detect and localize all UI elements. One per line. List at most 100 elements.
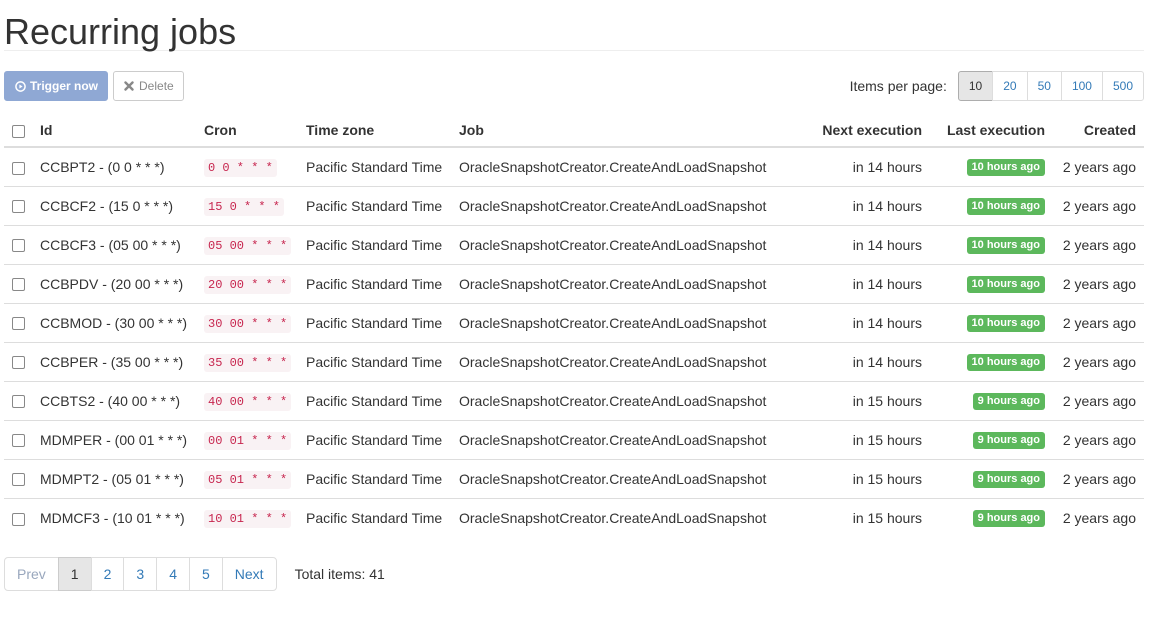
last-execution-badge[interactable]: 10 hours ago [966,159,1045,177]
time-zone: Pacific Standard Time [298,458,451,498]
time-zone: Pacific Standard Time [298,185,451,225]
job-id[interactable]: CCBTS2 - (40 00 * * *) [32,380,196,420]
job-id[interactable]: MDMPT2 - (05 01 * * *) [32,458,196,498]
row-checkbox[interactable] [12,473,25,487]
job-id[interactable]: CCBCF2 - (15 0 * * *) [32,185,196,225]
job-id[interactable]: CCBPDV - (20 00 * * *) [32,263,196,303]
created-time: 2 years ago [1053,458,1144,498]
cron-expression: 40 00 * * * [204,393,292,411]
delete-label: Delete [139,79,174,93]
column-header-last-execution[interactable]: Last execution [930,114,1053,148]
table-row: CCBPER - (35 00 * * *) 35 00 * * * Pacific… [4,341,1144,381]
table-row: MDMPT2 - (05 01 * * *) 05 01 * * * Pacific… [4,458,1144,498]
pagination: Prev 1 2 3 4 5 Next [4,557,277,591]
jobs-table-body: CCBPT2 - (0 0 * * *) 0 0 * * * Pacific Sta… [4,146,1144,537]
table-row: CCBMOD - (30 00 * * *) 30 00 * * * Pacific… [4,302,1144,342]
time-zone: Pacific Standard Time [298,341,451,381]
items-per-page-selector: 10 20 50 100 500 [957,71,1144,101]
last-execution-badge[interactable]: 10 hours ago [966,237,1045,254]
row-checkbox[interactable] [12,161,25,175]
created-time: 2 years ago [1053,146,1144,186]
time-zone: Pacific Standard Time [298,419,451,459]
play-circle-icon [14,80,26,92]
job-id[interactable]: CCBMOD - (30 00 * * *) [32,302,196,342]
created-time: 2 years ago [1053,380,1144,420]
table-header-row: Id Cron Time zone Job Next execution Las… [4,114,1144,148]
column-header-created[interactable]: Created [1053,114,1144,148]
job-id[interactable]: CCBPT2 - (0 0 * * *) [32,146,196,186]
page-button-3[interactable]: 3 [123,557,158,591]
prev-page-button[interactable]: Prev [4,557,59,591]
job-name: OracleSnapshotCreator.CreateAndLoadSnaps… [451,341,801,381]
cron-expression: 00 01 * * * [204,432,292,450]
column-header-timezone[interactable]: Time zone [298,114,451,148]
cron-expression: 0 0 * * * [204,159,277,178]
page-size-option[interactable]: 50 [1026,71,1062,101]
cron-expression: 05 01 * * * [204,471,292,489]
last-execution-badge[interactable]: 9 hours ago [972,510,1045,528]
time-zone: Pacific Standard Time [298,263,451,303]
time-zone: Pacific Standard Time [298,224,451,264]
time-zone: Pacific Standard Time [298,302,451,342]
delete-button[interactable]: Delete [113,71,184,101]
last-execution-badge[interactable]: 9 hours ago [972,393,1045,410]
page-button-4[interactable]: 4 [156,557,190,591]
last-execution-badge[interactable]: 9 hours ago [972,432,1045,449]
job-name: OracleSnapshotCreator.CreateAndLoadSnaps… [451,380,801,420]
page-button-1[interactable]: 1 [57,557,92,591]
created-time: 2 years ago [1053,497,1144,537]
table-row: CCBTS2 - (40 00 * * *) 40 00 * * * Pacific… [4,380,1144,420]
created-time: 2 years ago [1053,185,1144,225]
table-row: CCBCF2 - (15 0 * * *) 15 0 * * * Pacific S… [4,185,1144,225]
trigger-now-button[interactable]: Trigger now [4,71,109,101]
row-checkbox[interactable] [12,356,25,370]
row-checkbox[interactable] [12,200,25,214]
page-size-option[interactable]: 100 [1060,71,1103,101]
cron-expression: 05 00 * * * [204,237,292,255]
table-row: CCBCF3 - (05 00 * * *) 05 00 * * * Pacific… [4,224,1144,264]
row-checkbox[interactable] [12,512,25,526]
table-row: MDMCF3 - (10 01 * * *) 10 01 * * * Pacific… [4,497,1144,537]
trigger-now-label: Trigger now [30,79,99,93]
column-header-next-execution[interactable]: Next execution [801,114,930,148]
next-execution: in 15 hours [801,458,930,498]
next-execution: in 14 hours [801,224,930,264]
select-all-checkbox[interactable] [12,124,25,138]
table-row: MDMPER - (00 01 * * *) 00 01 * * * Pacific… [4,419,1144,459]
row-checkbox[interactable] [12,239,25,253]
total-items: Total items: 41 [294,566,385,582]
page-size-option[interactable]: 20 [992,71,1028,101]
job-id[interactable]: MDMPER - (00 01 * * *) [32,419,196,459]
next-execution: in 14 hours [801,263,930,303]
column-header-id[interactable]: Id [32,114,196,148]
page-size-option[interactable]: 500 [1101,71,1144,101]
last-execution-badge[interactable]: 10 hours ago [966,198,1045,215]
page-size-option[interactable]: 10 [957,71,994,101]
column-header-job[interactable]: Job [451,114,801,148]
table-footer: Prev 1 2 3 4 5 Next Total items: 41 [4,557,1144,591]
last-execution-badge[interactable]: 10 hours ago [966,315,1045,332]
cron-expression: 10 01 * * * [204,510,292,529]
row-checkbox[interactable] [12,278,25,292]
time-zone: Pacific Standard Time [298,380,451,420]
next-execution: in 14 hours [801,302,930,342]
last-execution-badge[interactable]: 10 hours ago [966,354,1045,371]
row-checkbox[interactable] [12,317,25,331]
row-checkbox[interactable] [12,434,25,448]
page-button-2[interactable]: 2 [90,557,125,591]
next-page-button[interactable]: Next [221,557,277,591]
time-zone: Pacific Standard Time [298,146,451,186]
job-id[interactable]: CCBCF3 - (05 00 * * *) [32,224,196,264]
job-id[interactable]: CCBPER - (35 00 * * *) [32,341,196,381]
page-button-5[interactable]: 5 [188,557,223,591]
table-row: CCBPDV - (20 00 * * *) 20 00 * * * Pacific… [4,263,1144,303]
last-execution-badge[interactable]: 10 hours ago [966,276,1045,293]
last-execution-badge[interactable]: 9 hours ago [972,471,1045,488]
created-time: 2 years ago [1053,419,1144,459]
next-execution: in 14 hours [801,341,930,381]
cron-expression: 15 0 * * * [204,198,285,216]
items-per-page-label: Items per page: [849,78,947,94]
column-header-cron[interactable]: Cron [196,114,298,148]
job-id[interactable]: MDMCF3 - (10 01 * * *) [32,497,196,537]
row-checkbox[interactable] [12,395,25,409]
